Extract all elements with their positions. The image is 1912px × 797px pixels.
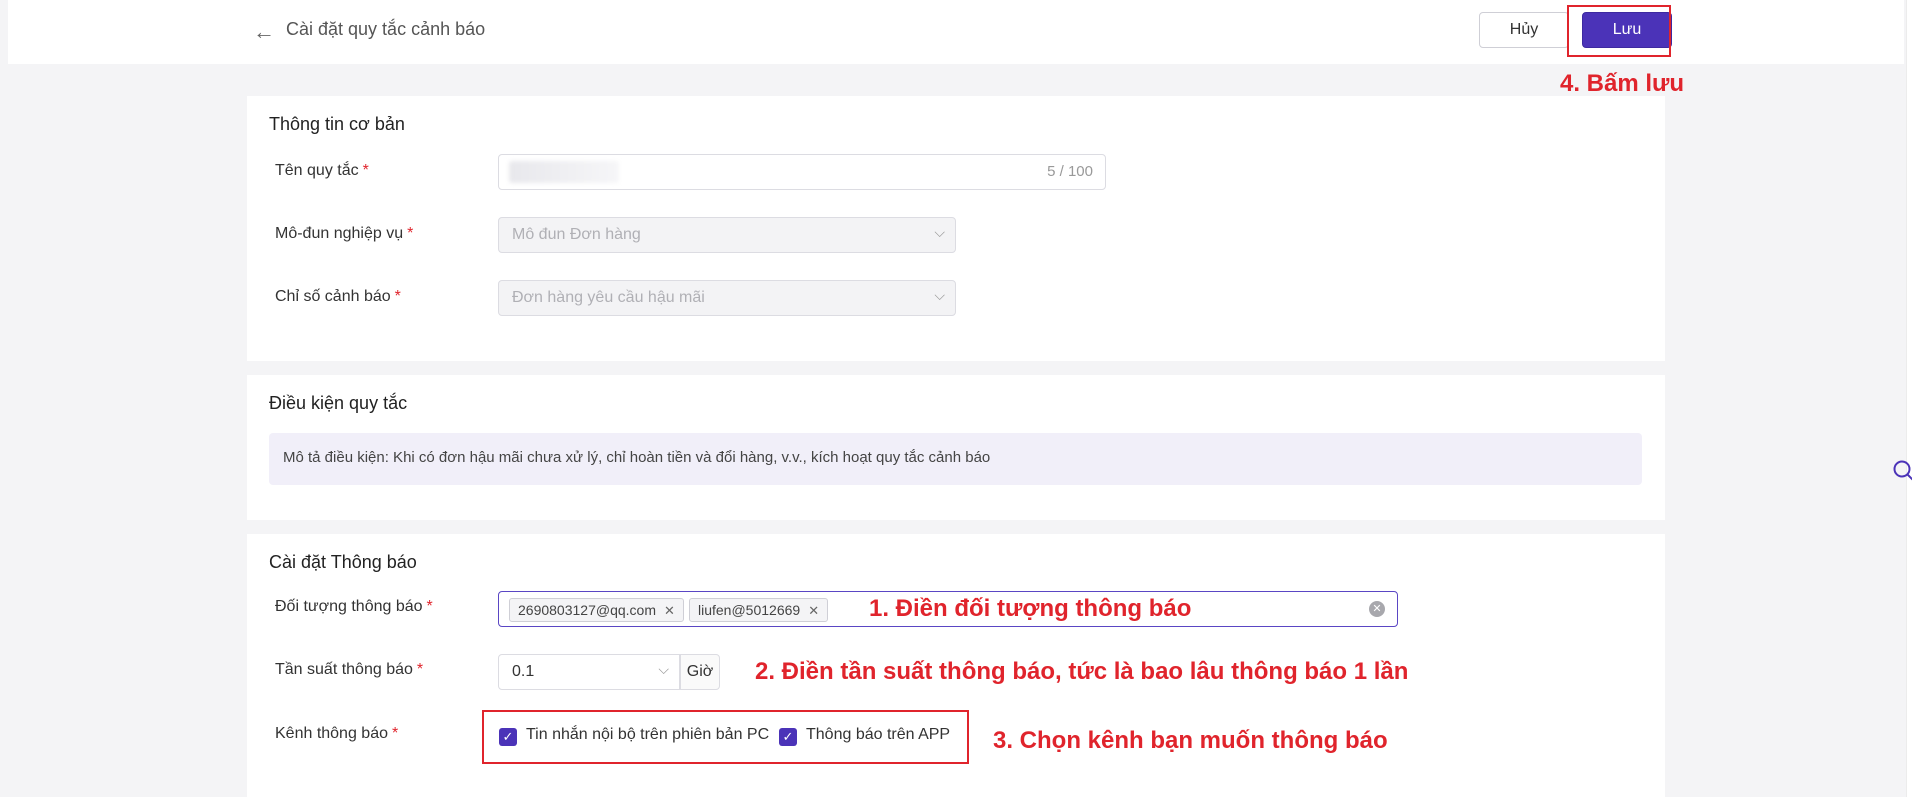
blurred-rule-name: [509, 161, 619, 183]
arrow-left-icon[interactable]: ←: [248, 16, 280, 48]
search-icon[interactable]: [1891, 458, 1912, 484]
channel-app-label: Thông báo trên APP: [806, 726, 951, 743]
conditions-title: Điều kiện quy tắc: [269, 393, 408, 413]
basic-info-card: Thông tin cơ bản Tên quy tắc * 5 / 100 Mô…: [247, 96, 1665, 361]
close-icon[interactable]: ✕: [664, 603, 675, 618]
target-tag: 2690803127@qq.com ✕: [509, 598, 684, 622]
channel-pc-label: Tin nhắn nội bộ trên phiên bản PC: [526, 726, 770, 743]
frequency-unit: Giờ: [680, 654, 720, 690]
condition-description: Mô tả điều kiện: Khi có đơn hậu mãi chưa…: [269, 433, 1642, 485]
module-label: Mô-đun nghiệp vụ *: [275, 225, 414, 242]
rule-name-counter: 5 / 100: [1047, 163, 1093, 180]
page-title: Cài đặt quy tắc cảnh báo: [286, 19, 486, 39]
cancel-button[interactable]: Hủy: [1479, 12, 1569, 48]
module-select[interactable]: Mô đun Đơn hàng ⌵: [498, 217, 956, 253]
conditions-card: Điều kiện quy tắc Mô tả điều kiện: Khi c…: [247, 375, 1665, 520]
notification-title: Cài đặt Thông báo: [269, 552, 417, 572]
channel-label: Kênh thông báo *: [275, 725, 399, 742]
save-highlight-box: [1567, 5, 1671, 57]
annotation-channel: 3. Chọn kênh bạn muốn thông báo: [993, 727, 1388, 754]
rule-name-label: Tên quy tắc *: [275, 162, 369, 179]
checkbox-pc-message[interactable]: ✓: [499, 728, 517, 746]
basic-info-title: Thông tin cơ bản: [269, 114, 405, 134]
annotation-save: 4. Bấm lưu: [1560, 70, 1685, 97]
chevron-down-icon: ⌵: [658, 661, 669, 677]
metric-value: Đơn hàng yêu cầu hậu mãi: [512, 289, 705, 306]
frequency-select[interactable]: 0.1 ⌵: [498, 654, 680, 690]
rule-name-input[interactable]: 5 / 100: [498, 154, 1106, 190]
frequency-label: Tần suất thông báo *: [275, 661, 424, 678]
metric-select[interactable]: Đơn hàng yêu cầu hậu mãi ⌵: [498, 280, 956, 316]
channel-highlight-box: ✓ Tin nhắn nội bộ trên phiên bản PC ✓ Th…: [482, 710, 969, 764]
close-icon[interactable]: ✕: [808, 603, 819, 618]
module-value: Mô đun Đơn hàng: [512, 226, 641, 243]
annotation-frequency: 2. Điền tần suất thông báo, tức là bao l…: [755, 658, 1409, 685]
checkbox-app-notification[interactable]: ✓: [779, 728, 797, 746]
metric-label: Chỉ số cảnh báo *: [275, 288, 401, 305]
right-edge-strip: [1906, 0, 1912, 797]
target-label: Đối tượng thông báo *: [275, 598, 433, 615]
frequency-value: 0.1: [512, 663, 535, 680]
chevron-down-icon: ⌵: [934, 287, 945, 303]
clear-icon[interactable]: ✕: [1369, 601, 1385, 617]
chevron-down-icon: ⌵: [934, 224, 945, 240]
target-tag: liufen@5012669 ✕: [689, 598, 829, 622]
annotation-target: 1. Điền đối tượng thông báo: [869, 595, 1192, 622]
